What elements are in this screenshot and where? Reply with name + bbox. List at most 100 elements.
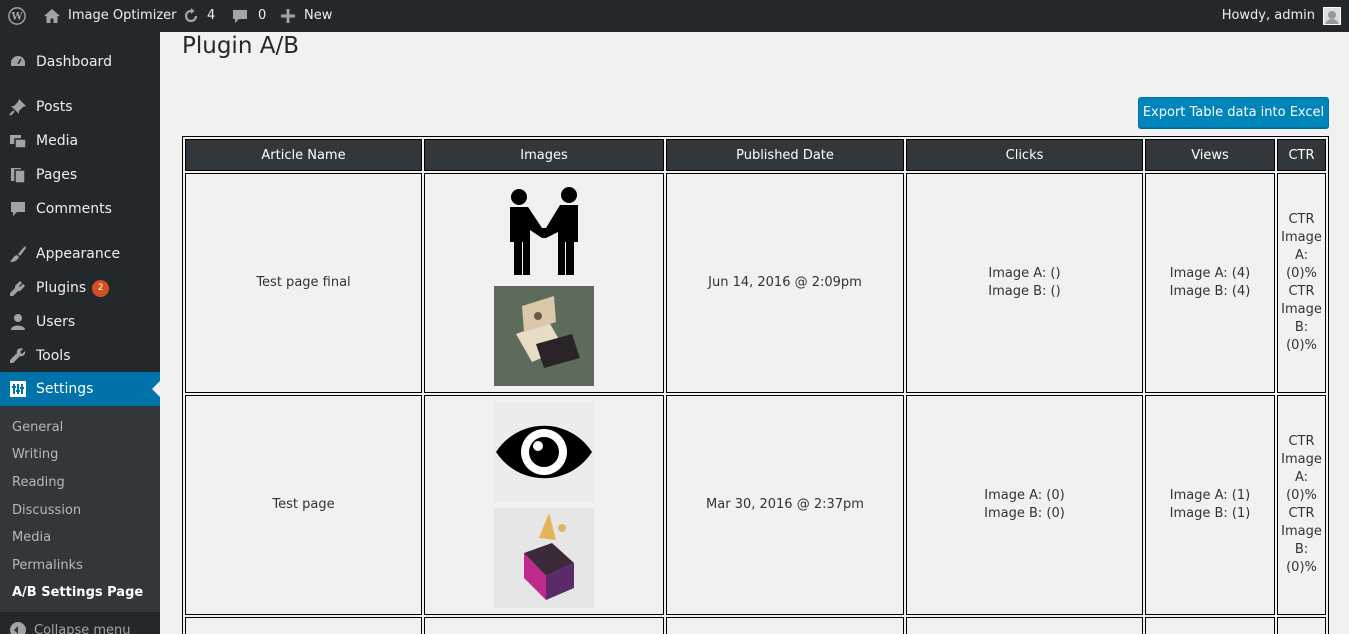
ctr-line: Image [1281, 524, 1322, 539]
wordpress-icon[interactable]: W [8, 0, 26, 32]
pin-icon [0, 98, 36, 116]
ctr-line: Image [1281, 230, 1322, 245]
pages-icon [0, 166, 36, 184]
menu-appearance[interactable]: Appearance [0, 237, 160, 271]
clicks-image-b: Image B: (0) [984, 506, 1065, 521]
menu-label: Posts [36, 99, 73, 115]
images-cell [424, 173, 664, 393]
svg-text:W: W [10, 12, 23, 23]
brush-icon [0, 245, 36, 263]
submenu-media[interactable]: Media [12, 530, 51, 545]
column-header: Published Date [666, 139, 904, 171]
ctr-line: B: [1294, 542, 1309, 557]
submenu-discussion[interactable]: Discussion [12, 503, 81, 518]
ctr-line: (0)% [1286, 488, 1317, 503]
home-icon [44, 9, 60, 23]
ctr-line: CTR [1288, 212, 1315, 227]
clicks-image-b: Image B: () [988, 284, 1061, 299]
column-header: Views [1145, 139, 1275, 171]
refresh-icon [183, 8, 199, 24]
submenu-reading[interactable]: Reading [12, 475, 65, 490]
column-header: Clicks [906, 139, 1143, 171]
collapse-icon [10, 622, 26, 634]
ctr-cell: CTR Image A: (0)% CTR Image B: (0)% [1277, 395, 1326, 615]
menu-users[interactable]: Users [0, 305, 160, 339]
media-icon [0, 132, 36, 150]
eye-image [494, 402, 594, 502]
comments-link[interactable]: 0 [232, 0, 266, 32]
menu-comments[interactable]: Comments [0, 192, 160, 226]
submenu-general[interactable]: General [12, 420, 63, 435]
ctr-line: CTR [1288, 506, 1315, 521]
views-image-a: Image A: (1) [1169, 488, 1251, 503]
submenu-writing[interactable]: Writing [12, 447, 58, 462]
menu-label: Dashboard [36, 54, 112, 70]
menu-label: Pages [36, 167, 78, 183]
menu-dashboard[interactable]: Dashboard [0, 45, 160, 79]
howdy-text: Howdy, admin [1221, 8, 1315, 23]
ctr-line: Image [1281, 452, 1322, 467]
new-label: New [304, 8, 333, 23]
purple-cube-art [494, 508, 594, 608]
article-name: Test page final [185, 173, 422, 393]
ctr-line: CTR [1288, 434, 1315, 449]
new-content-link[interactable]: New [281, 0, 332, 32]
table-row: Test page Mar 30, 2016 @ 2:37pm Image A:… [185, 395, 1326, 615]
menu-label: Users [36, 314, 76, 330]
clicks-image-a: Image A: () [988, 266, 1061, 281]
gift-box-photo [494, 286, 594, 386]
ab-results-table: Article Name Images Published Date Click… [182, 136, 1329, 634]
ctr-cell: CTR Image A: (0)% CTR Image B: (0)% [1277, 173, 1326, 393]
my-account[interactable]: Howdy, admin [1222, 0, 1341, 32]
menu-label: Media [36, 133, 79, 149]
menu-label: Comments [36, 201, 112, 217]
views-cell: Image A: (4) Image B: (4) [1145, 173, 1275, 393]
empty-cell [1145, 617, 1275, 634]
column-header: Article Name [185, 139, 422, 171]
admin-sidebar: Dashboard Posts Media Pages Comments App… [0, 32, 160, 634]
submenu-permalinks[interactable]: Permalinks [12, 558, 83, 573]
ctr-line: CTR [1288, 284, 1315, 299]
menu-posts[interactable]: Posts [0, 90, 160, 124]
views-image-b: Image B: (1) [1169, 506, 1251, 521]
collapse-label: Collapse menu [34, 622, 131, 634]
menu-media[interactable]: Media [0, 124, 160, 158]
users-icon [0, 313, 36, 331]
menu-tools[interactable]: Tools [0, 339, 160, 373]
images-cell [424, 395, 664, 615]
table-header-row: Article Name Images Published Date Click… [185, 139, 1326, 171]
views-image-b: Image B: (4) [1169, 284, 1251, 299]
empty-cell [424, 617, 664, 634]
column-header: Images [424, 139, 664, 171]
site-name-link[interactable]: Image Optimizer [44, 0, 176, 32]
menu-label: Plugins [36, 280, 87, 296]
clicks-cell: Image A: (0) Image B: (0) [906, 395, 1143, 615]
empty-cell [666, 617, 904, 634]
ctr-line: Image [1281, 302, 1322, 317]
menu-pages[interactable]: Pages [0, 158, 160, 192]
comments-icon [0, 200, 36, 218]
menu-label: Tools [36, 348, 71, 364]
article-name: Test page [185, 395, 422, 615]
published-date: Mar 30, 2016 @ 2:37pm [666, 395, 904, 615]
wrench-icon [0, 347, 36, 365]
page-title: Plugin A/B [182, 33, 299, 59]
plugin-updates-badge: 2 [92, 279, 110, 297]
ctr-line: (0)% [1286, 338, 1317, 353]
export-excel-button[interactable]: Export Table data into Excel [1138, 97, 1329, 128]
dashboard-icon [0, 53, 36, 71]
menu-settings[interactable]: Settings [0, 372, 160, 406]
menu-label: Appearance [36, 246, 121, 262]
column-header: CTR [1277, 139, 1326, 171]
submenu-ab-settings[interactable]: A/B Settings Page [12, 585, 143, 600]
ctr-line: A: [1294, 248, 1309, 263]
settings-icon [0, 380, 36, 398]
table-row: Test page final Jun 14, 2016 @ 2:09pm Im… [185, 173, 1326, 393]
updates-link[interactable]: 4 [183, 0, 215, 32]
menu-plugins[interactable]: Plugins 2 [0, 271, 160, 305]
table-row [185, 617, 1326, 634]
views-cell: Image A: (1) Image B: (1) [1145, 395, 1275, 615]
empty-cell [906, 617, 1143, 634]
collapse-menu-button[interactable]: Collapse menu [10, 622, 131, 634]
plus-icon [281, 9, 295, 23]
